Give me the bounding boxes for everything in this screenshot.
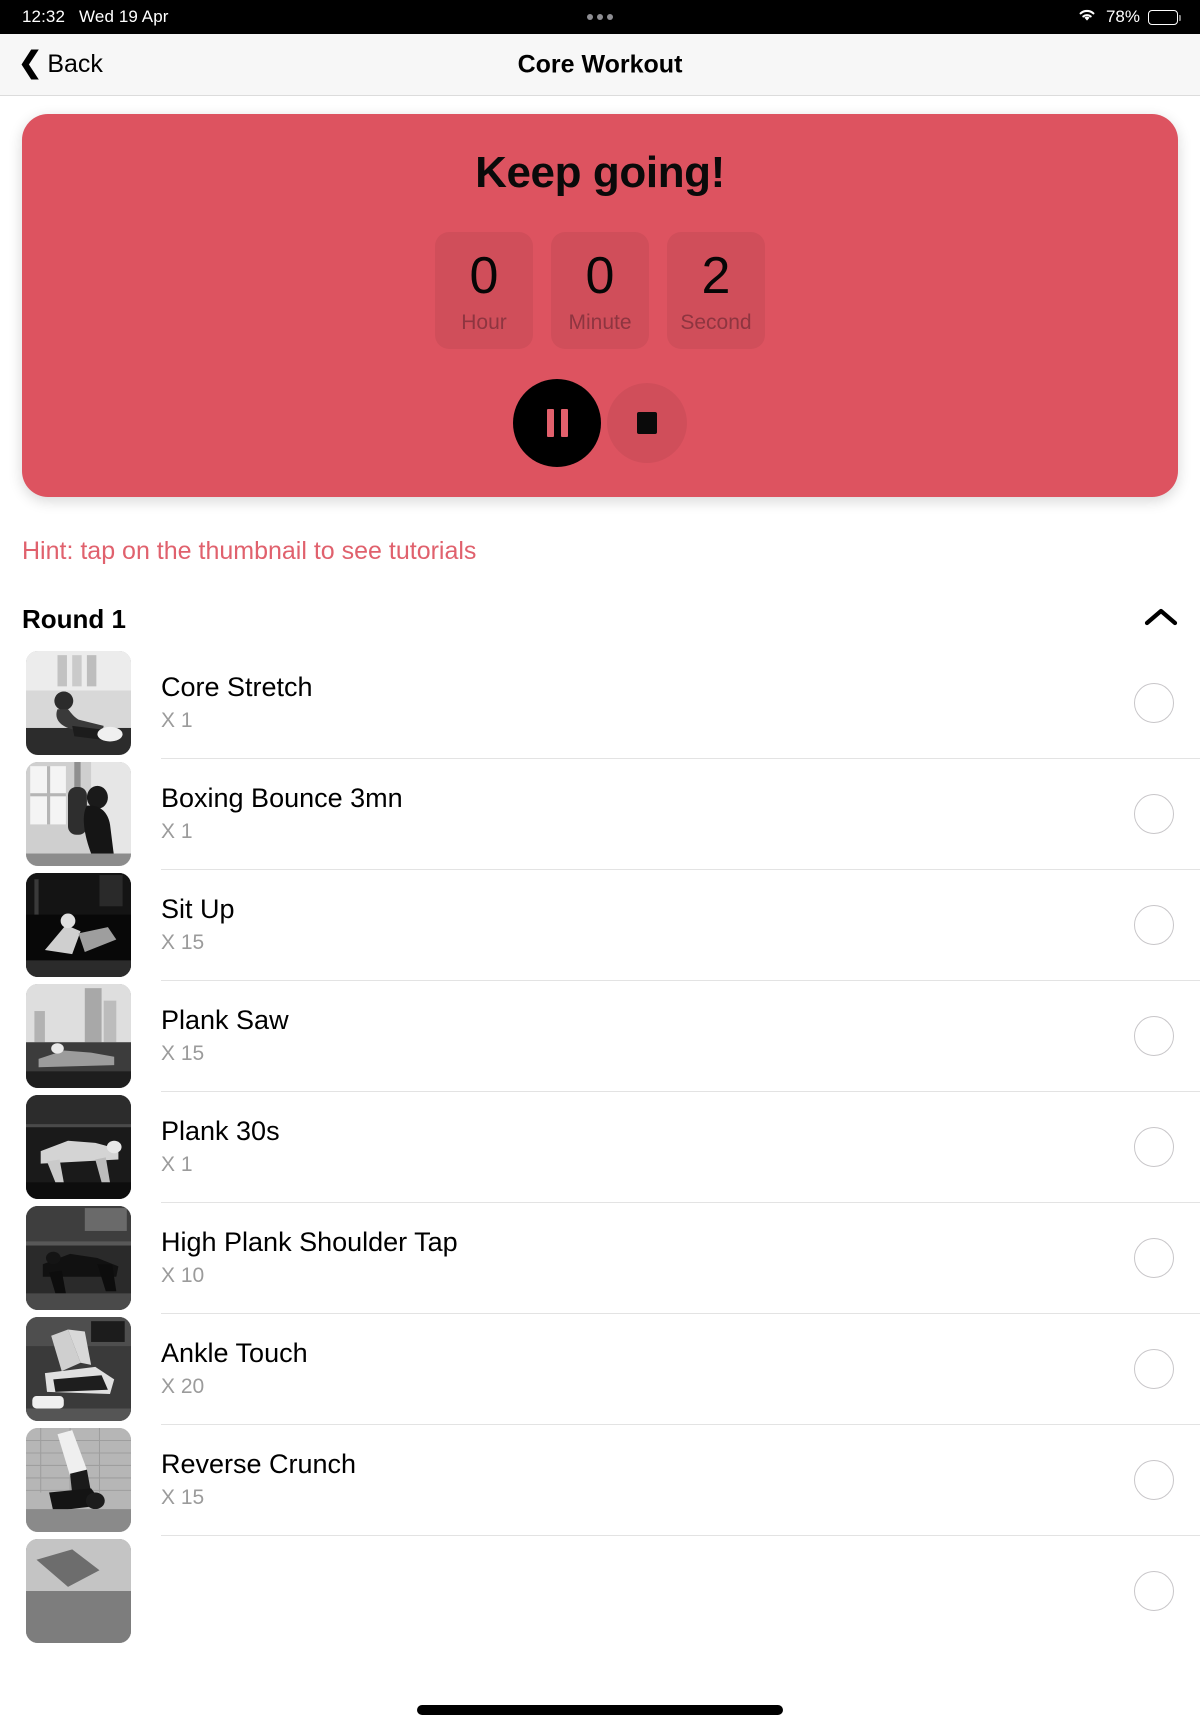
exercise-row-body: High Plank Shoulder Tap X 10 xyxy=(161,1202,1200,1313)
exercise-thumbnail[interactable] xyxy=(26,1094,131,1199)
exercise-name: High Plank Shoulder Tap xyxy=(161,1226,458,1257)
timer-unit-hour: 0 Hour xyxy=(435,232,533,349)
timer-hour-label: Hour xyxy=(461,311,507,334)
exercise-thumbnail[interactable] xyxy=(26,1538,131,1643)
home-indicator xyxy=(417,1705,783,1715)
exercise-name: Plank 30s xyxy=(161,1115,280,1146)
round-header[interactable]: Round 1 xyxy=(22,604,1178,635)
timer-minute-label: Minute xyxy=(568,311,632,334)
exercise-reps: X 1 xyxy=(161,820,193,844)
exercise-complete-checkbox[interactable] xyxy=(1134,1348,1174,1389)
battery-icon xyxy=(1148,9,1181,25)
exercise-list: Core Stretch X 1 Boxing Bounce 3mn X 1 Sit U… xyxy=(0,647,1200,1646)
page-title: Core Workout xyxy=(517,50,683,78)
exercise-texts: Core Stretch X 1 xyxy=(161,671,313,733)
pause-icon xyxy=(546,409,568,437)
timer-hour-value: 0 xyxy=(469,247,499,305)
timer-heading: Keep going! xyxy=(475,148,725,197)
status-bar-right: 78% xyxy=(1076,6,1181,28)
exercise-reps: X 10 xyxy=(161,1264,205,1288)
exercise-row[interactable]: Reverse Crunch X 15 xyxy=(0,1424,1200,1535)
timer-second-value: 2 xyxy=(701,247,731,305)
exercise-row-body: Boxing Bounce 3mn X 1 xyxy=(161,758,1200,869)
status-bar: 12:32 Wed 19 Apr 78% xyxy=(0,0,1200,34)
chevron-up-icon[interactable] xyxy=(1144,607,1178,632)
timer-minute-value: 0 xyxy=(585,247,615,305)
exercise-reps: X 15 xyxy=(161,1486,205,1510)
pause-button[interactable] xyxy=(513,379,601,467)
exercise-name: Reverse Crunch xyxy=(161,1448,357,1479)
exercise-complete-checkbox[interactable] xyxy=(1134,1015,1174,1056)
exercise-row[interactable]: Boxing Bounce 3mn X 1 xyxy=(0,758,1200,869)
exercise-row-body xyxy=(161,1535,1200,1646)
exercise-name: Boxing Bounce 3mn xyxy=(161,782,403,813)
timer-units: 0 Hour 0 Minute 2 Second xyxy=(42,232,1158,349)
exercise-reps: X 1 xyxy=(161,709,193,733)
exercise-thumbnail[interactable] xyxy=(26,1427,131,1532)
exercise-texts: Ankle Touch X 20 xyxy=(161,1337,308,1399)
exercise-texts: Plank Saw X 15 xyxy=(161,1004,289,1066)
exercise-name: Sit Up xyxy=(161,893,235,924)
back-button-label: Back xyxy=(47,50,103,78)
exercise-row-body: Reverse Crunch X 15 xyxy=(161,1424,1200,1535)
exercise-reps: X 15 xyxy=(161,1042,205,1066)
exercise-complete-checkbox[interactable] xyxy=(1134,1459,1174,1500)
exercise-thumbnail[interactable] xyxy=(26,1316,131,1421)
exercise-reps: X 15 xyxy=(161,931,205,955)
exercise-texts: High Plank Shoulder Tap X 10 xyxy=(161,1226,458,1288)
exercise-row[interactable]: High Plank Shoulder Tap X 10 xyxy=(0,1202,1200,1313)
exercise-name: Core Stretch xyxy=(161,671,313,702)
exercise-texts: Sit Up X 15 xyxy=(161,893,235,955)
chevron-left-icon: ❮ xyxy=(18,47,43,79)
timer-unit-minute: 0 Minute xyxy=(551,232,649,349)
status-time: 12:32 xyxy=(22,7,66,26)
exercise-thumbnail[interactable] xyxy=(26,872,131,977)
round-title: Round 1 xyxy=(22,604,126,634)
exercise-row[interactable]: Sit Up X 15 xyxy=(0,869,1200,980)
exercise-complete-checkbox[interactable] xyxy=(1134,1570,1174,1611)
exercise-complete-checkbox[interactable] xyxy=(1134,1237,1174,1278)
exercise-thumbnail[interactable] xyxy=(26,1205,131,1310)
timer-second-label: Second xyxy=(680,311,752,334)
exercise-complete-checkbox[interactable] xyxy=(1134,682,1174,723)
battery-percent-label: 78% xyxy=(1105,7,1140,26)
exercise-texts: Plank 30s X 1 xyxy=(161,1115,280,1177)
exercise-reps: X 1 xyxy=(161,1153,193,1177)
timer-unit-second: 2 Second xyxy=(667,232,765,349)
exercise-name: Ankle Touch xyxy=(161,1337,308,1368)
exercise-complete-checkbox[interactable] xyxy=(1134,904,1174,945)
hint-text: Hint: tap on the thumbnail to see tutori… xyxy=(22,537,477,565)
exercise-texts: Reverse Crunch X 15 xyxy=(161,1448,357,1510)
exercise-row[interactable]: Core Stretch X 1 xyxy=(0,647,1200,758)
exercise-complete-checkbox[interactable] xyxy=(1134,1126,1174,1167)
exercise-row-body: Plank Saw X 15 xyxy=(161,980,1200,1091)
timer-controls xyxy=(42,379,1158,467)
exercise-row[interactable]: Plank Saw X 15 xyxy=(0,980,1200,1091)
back-button[interactable]: ❮ Back xyxy=(18,47,103,79)
exercise-thumbnail[interactable] xyxy=(26,761,131,866)
timer-card: Keep going! 0 Hour 0 Minute 2 Second xyxy=(22,114,1178,497)
exercise-row-body: Plank 30s X 1 xyxy=(161,1091,1200,1202)
exercise-row[interactable] xyxy=(0,1535,1200,1646)
exercise-row-body: Ankle Touch X 20 xyxy=(161,1313,1200,1424)
exercise-row[interactable]: Plank 30s X 1 xyxy=(0,1091,1200,1202)
status-bar-left: 12:32 Wed 19 Apr xyxy=(22,7,169,27)
exercise-row-body: Sit Up X 15 xyxy=(161,869,1200,980)
recording-dots-icon xyxy=(587,14,613,20)
exercise-thumbnail[interactable] xyxy=(26,650,131,755)
exercise-thumbnail[interactable] xyxy=(26,983,131,1088)
stop-button[interactable] xyxy=(607,383,687,463)
exercise-complete-checkbox[interactable] xyxy=(1134,793,1174,834)
exercise-name: Plank Saw xyxy=(161,1004,289,1035)
navigation-bar: ❮ Back Core Workout xyxy=(0,34,1200,96)
status-date: Wed 19 Apr xyxy=(79,7,169,26)
exercise-texts: Boxing Bounce 3mn X 1 xyxy=(161,782,403,844)
exercise-reps: X 20 xyxy=(161,1375,205,1399)
wifi-icon xyxy=(1076,6,1098,28)
exercise-row-body: Core Stretch X 1 xyxy=(161,647,1200,758)
stop-icon xyxy=(637,412,657,434)
exercise-row[interactable]: Ankle Touch X 20 xyxy=(0,1313,1200,1424)
